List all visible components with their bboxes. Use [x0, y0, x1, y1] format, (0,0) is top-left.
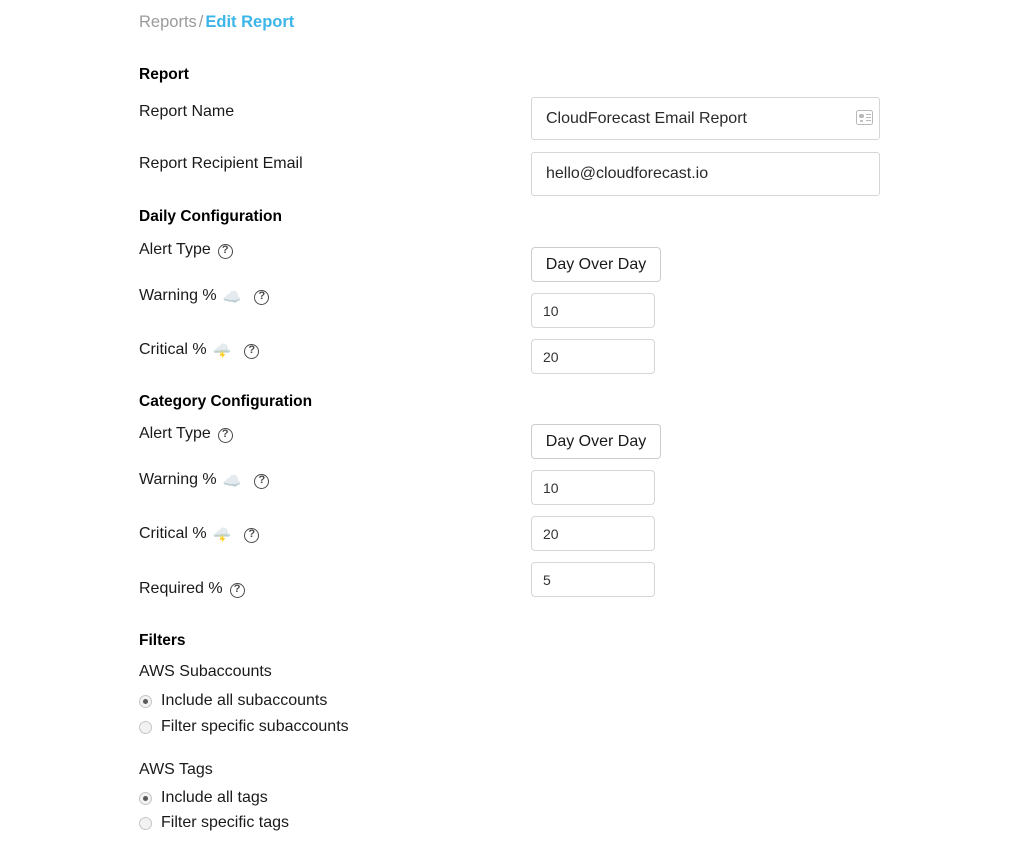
label-report-recipient-email: Report Recipient Email	[139, 153, 303, 175]
daily-warning-percent-input[interactable]	[531, 293, 655, 328]
cloud-icon-category-warning: ☁️	[222, 472, 242, 490]
radio-row-include-all-subaccounts[interactable]: Include all subaccounts	[139, 690, 327, 712]
breadcrumb-link-reports[interactable]: Reports	[139, 13, 197, 31]
label-report-name-text: Report Name	[139, 103, 235, 120]
filter-group-label-aws-subaccounts: AWS Subaccounts	[139, 663, 272, 680]
filter-group-label-aws-tags: AWS Tags	[139, 761, 213, 778]
category-required-percent-input[interactable]	[531, 562, 655, 597]
radio-label-filter-specific-tags: Filter specific tags	[161, 814, 290, 831]
cloud-lightning-icon-daily-critical: 🌩️	[212, 342, 232, 360]
label-daily-alert-type-text: Alert Type	[139, 241, 211, 258]
cloud-icon-daily-warning: ☁️	[222, 288, 242, 306]
radio-filter-specific-tags[interactable]	[139, 816, 152, 830]
label-daily-critical-percent: Critical % 🌩️	[139, 339, 260, 361]
radio-filter-specific-subaccounts[interactable]	[139, 720, 152, 734]
report-name-input[interactable]	[531, 97, 880, 140]
label-category-critical-percent-text: Critical %	[139, 525, 207, 542]
label-daily-warning-percent-text: Warning %	[139, 287, 217, 304]
label-category-required-percent: Required %	[139, 578, 245, 600]
help-icon-daily-alert-type[interactable]	[217, 243, 233, 259]
label-report-name: Report Name	[139, 101, 234, 123]
section-heading-daily-configuration: Daily Configuration	[139, 208, 282, 225]
radio-label-include-all-tags: Include all tags	[161, 789, 268, 806]
radio-label-filter-specific-subaccounts: Filter specific subaccounts	[161, 718, 349, 735]
daily-alert-type-select[interactable]: Day Over Day	[531, 247, 661, 282]
label-daily-alert-type: Alert Type	[139, 239, 233, 261]
breadcrumb: Reports / Edit Report	[139, 11, 294, 33]
edit-report-page: Reports/Edit Report Report Report Name R…	[0, 0, 1024, 857]
radio-row-filter-specific-tags[interactable]: Filter specific tags	[139, 812, 289, 834]
help-icon-category-required[interactable]	[229, 582, 245, 598]
cloud-lightning-icon-category-critical: 🌩️	[212, 526, 232, 544]
radio-include-all-subaccounts[interactable]	[139, 694, 152, 708]
help-icon-daily-warning[interactable]	[254, 289, 270, 305]
daily-critical-percent-input[interactable]	[531, 339, 655, 374]
radio-row-include-all-tags[interactable]: Include all tags	[139, 787, 268, 809]
label-daily-critical-percent-text: Critical %	[139, 341, 207, 358]
breadcrumb-current-edit-report[interactable]: Edit Report	[205, 13, 294, 31]
help-icon-daily-critical[interactable]	[244, 343, 260, 359]
help-icon-category-warning[interactable]	[254, 473, 270, 489]
label-category-warning-percent: Warning % ☁️	[139, 469, 270, 491]
label-category-alert-type-text: Alert Type	[139, 425, 211, 442]
section-heading-category-configuration: Category Configuration	[139, 393, 313, 410]
report-recipient-email-input[interactable]	[531, 152, 880, 196]
help-icon-category-alert-type[interactable]	[217, 427, 233, 443]
contact-card-icon[interactable]	[856, 110, 873, 125]
label-report-recipient-email-text: Report Recipient Email	[139, 155, 303, 172]
label-daily-warning-percent: Warning % ☁️	[139, 285, 270, 307]
radio-label-include-all-subaccounts: Include all subaccounts	[161, 692, 328, 709]
section-heading-report: Report	[139, 66, 189, 83]
category-critical-percent-input[interactable]	[531, 516, 655, 551]
category-warning-percent-input[interactable]	[531, 470, 655, 505]
radio-include-all-tags[interactable]	[139, 791, 152, 805]
help-icon-category-critical[interactable]	[244, 527, 260, 543]
label-category-required-percent-text: Required %	[139, 580, 223, 597]
section-heading-filters: Filters	[139, 632, 186, 649]
label-category-alert-type: Alert Type	[139, 423, 233, 445]
label-category-warning-percent-text: Warning %	[139, 471, 217, 488]
category-alert-type-select[interactable]: Day Over Day	[531, 424, 661, 459]
label-category-critical-percent: Critical % 🌩️	[139, 523, 260, 545]
radio-row-filter-specific-subaccounts[interactable]: Filter specific subaccounts	[139, 716, 349, 738]
